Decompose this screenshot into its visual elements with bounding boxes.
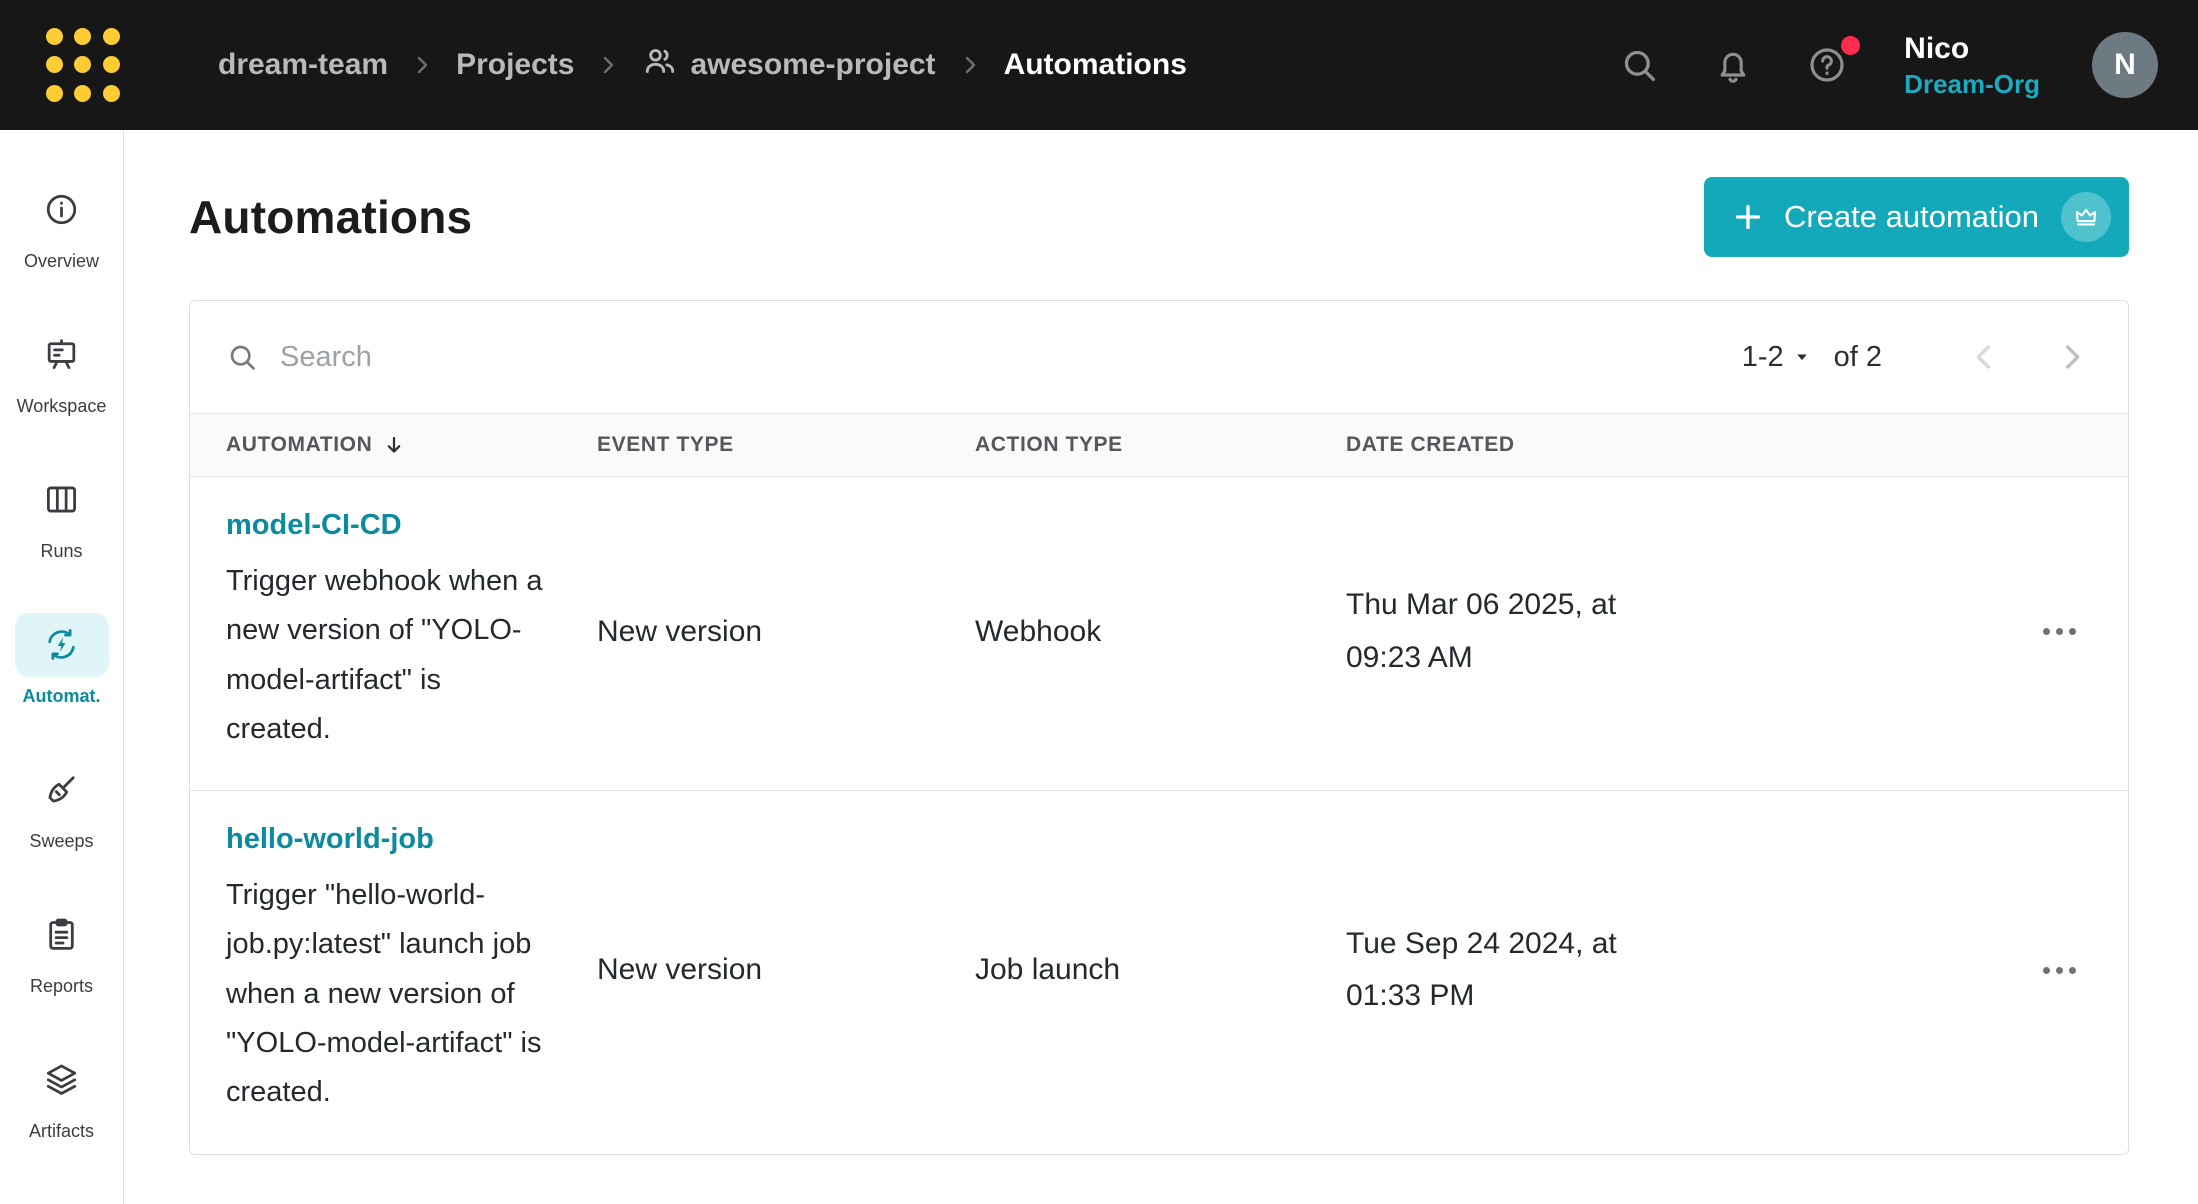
event-type-cell: New version [597, 823, 975, 1117]
sidebar-item-runs[interactable]: Runs [0, 442, 124, 587]
breadcrumb-projects[interactable]: Projects [456, 48, 574, 82]
team-people-icon [642, 43, 678, 87]
sidebar-item-label: Overview [24, 251, 99, 272]
sidebar: Overview Workspace Runs [0, 130, 124, 1204]
automation-description: Trigger webhook when a new version of "Y… [226, 557, 548, 754]
next-page-button[interactable] [2052, 337, 2092, 377]
chevron-right-icon [596, 53, 620, 77]
date-created-cell: Tue Sep 24 2024, at 01:33 PM [1346, 823, 1952, 1117]
automations-panel: 1-2 of 2 AUTOMATION [189, 300, 2129, 1155]
sidebar-item-workspace[interactable]: Workspace [0, 297, 124, 442]
page-range-label: 1-2 [1742, 341, 1784, 374]
automation-description: Trigger "hello-world-job.py:latest" laun… [226, 871, 548, 1117]
automation-cell: hello-world-job Trigger "hello-world-job… [226, 823, 597, 1117]
broom-icon [15, 758, 109, 822]
automations-icon [15, 613, 109, 677]
layers-icon [15, 1048, 109, 1112]
sidebar-item-label: Artifacts [29, 1121, 94, 1142]
user-org: Dream-Org [1904, 71, 2040, 97]
sidebar-item-label: Workspace [17, 396, 107, 417]
user-name: Nico [1904, 34, 1969, 64]
search-input[interactable] [280, 341, 1742, 374]
notification-dot [1841, 36, 1860, 55]
row-menu-icon[interactable] [2033, 957, 2086, 984]
date-created-cell: Thu Mar 06 2025, at 09:23 AM [1346, 509, 1952, 754]
column-header-date-created: DATE CREATED [1346, 433, 1952, 457]
create-automation-button[interactable]: Create automation [1704, 177, 2129, 257]
create-automation-label: Create automation [1784, 199, 2039, 235]
bell-icon[interactable] [1712, 44, 1754, 86]
help-icon[interactable] [1806, 44, 1848, 86]
search-icon [226, 341, 258, 373]
automation-name-link[interactable]: hello-world-job [226, 823, 434, 856]
user-menu[interactable]: Nico Dream-Org [1904, 34, 2040, 97]
breadcrumb-team[interactable]: dream-team [218, 48, 388, 82]
main-content: Automations Create automation [124, 130, 2198, 1204]
chevron-right-icon [410, 53, 434, 77]
sidebar-item-label: Automat. [23, 686, 101, 707]
workspace-icon [15, 323, 109, 387]
topbar-actions: Nico Dream-Org N [1618, 32, 2158, 98]
action-type-cell: Webhook [975, 509, 1346, 754]
automation-cell: model-CI-CD Trigger webhook when a new v… [226, 509, 597, 754]
breadcrumb-project-label: awesome-project [690, 48, 935, 82]
page-range-selector[interactable]: 1-2 [1742, 341, 1810, 374]
action-type-cell: Job launch [975, 823, 1346, 1117]
sort-desc-icon [382, 433, 406, 457]
breadcrumb: dream-team Projects awesome-project Auto… [218, 43, 1187, 87]
info-icon [15, 178, 109, 242]
wandb-logo-icon[interactable] [40, 22, 126, 108]
breadcrumb-current: Automations [1004, 48, 1187, 82]
sidebar-item-automations[interactable]: Automat. [0, 587, 124, 732]
table-header: AUTOMATION EVENT TYPE ACTION TYPE DATE C… [190, 413, 2128, 477]
sidebar-item-sweeps[interactable]: Sweeps [0, 732, 124, 877]
table-row: model-CI-CD Trigger webhook when a new v… [190, 477, 2128, 791]
content-header: Automations Create automation [189, 176, 2129, 258]
row-menu-icon[interactable] [2033, 618, 2086, 645]
caret-down-icon [1794, 349, 1810, 365]
column-header-event-type: EVENT TYPE [597, 433, 975, 457]
pagination: 1-2 of 2 [1742, 337, 2092, 377]
runs-table-icon [15, 468, 109, 532]
sidebar-item-artifacts[interactable]: Artifacts [0, 1022, 124, 1167]
breadcrumb-project[interactable]: awesome-project [642, 43, 935, 87]
avatar[interactable]: N [2092, 32, 2158, 98]
plus-icon [1730, 199, 1766, 235]
clipboard-icon [15, 903, 109, 967]
sidebar-item-reports[interactable]: Reports [0, 877, 124, 1022]
table-row: hello-world-job Trigger "hello-world-job… [190, 791, 2128, 1153]
page-total: of 2 [1834, 341, 1882, 374]
sidebar-item-overview[interactable]: Overview [0, 152, 124, 297]
event-type-cell: New version [597, 509, 975, 754]
avatar-initial: N [2114, 48, 2136, 82]
prev-page-button[interactable] [1964, 337, 2004, 377]
column-header-automation[interactable]: AUTOMATION [226, 433, 597, 457]
sidebar-item-label: Runs [40, 541, 82, 562]
sidebar-item-label: Sweeps [29, 831, 93, 852]
search-icon[interactable] [1618, 44, 1660, 86]
table-toolbar: 1-2 of 2 [190, 301, 2128, 413]
crown-badge-icon [2061, 192, 2111, 242]
chevron-right-icon [958, 53, 982, 77]
column-header-action-type: ACTION TYPE [975, 433, 1346, 457]
page-title: Automations [189, 190, 472, 244]
automation-name-link[interactable]: model-CI-CD [226, 509, 402, 542]
topbar: dream-team Projects awesome-project Auto… [0, 0, 2198, 130]
sidebar-item-label: Reports [30, 976, 93, 997]
